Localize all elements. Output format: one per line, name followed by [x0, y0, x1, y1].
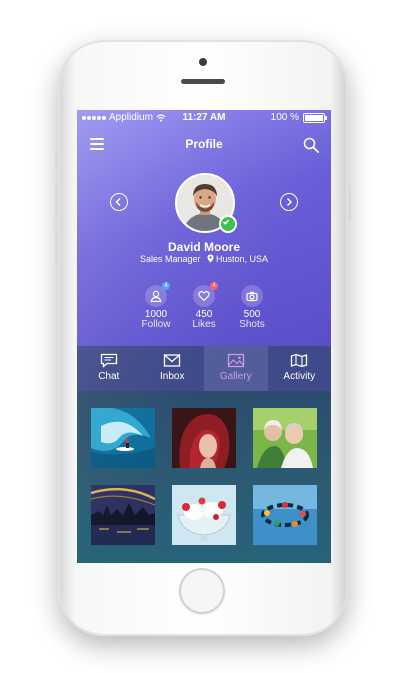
gallery-grid [77, 391, 331, 563]
tab-gallery[interactable]: Gallery [204, 346, 268, 391]
follow-badge: 4 [162, 282, 170, 290]
front-camera [199, 58, 207, 66]
online-status-badge [219, 215, 237, 233]
stat-shots[interactable]: 500 Shots [222, 285, 282, 330]
power-button [348, 185, 351, 221]
tab-chat-label: Chat [98, 371, 120, 382]
app-screen: Applidium 11:27 AM 100 % Profile David M… [77, 110, 331, 563]
earpiece-speaker [181, 79, 225, 84]
page-title: Profile [185, 137, 223, 151]
volume-up-button [55, 185, 58, 219]
gallery-photo-dessert[interactable] [172, 485, 236, 545]
likes-badge: 4 [210, 282, 218, 290]
camera-icon [246, 291, 258, 302]
location-pin-icon [207, 254, 214, 263]
chevron-left-icon [115, 197, 121, 207]
home-button[interactable] [179, 568, 225, 614]
check-icon [222, 219, 230, 225]
gallery-photo-couple[interactable] [253, 408, 317, 468]
stat-follow-icon-wrap: 4 [145, 282, 170, 307]
battery-percent: 100 % [270, 112, 299, 123]
battery-icon [303, 112, 327, 123]
heart-icon [198, 291, 210, 302]
status-bar: Applidium 11:27 AM 100 % [77, 110, 331, 126]
chat-icon [100, 353, 117, 368]
stat-shots-label: Shots [239, 319, 265, 330]
mute-switch [55, 150, 58, 168]
gallery-photo-skydivers[interactable] [253, 485, 317, 545]
gallery-icon [227, 353, 244, 368]
volume-down-button [55, 228, 58, 262]
profile-tabbar: Chat Inbox Gallery Activity [77, 346, 331, 391]
next-profile-button[interactable] [280, 193, 298, 211]
tab-gallery-label: Gallery [219, 371, 252, 382]
stat-likes-icon-wrap: 4 [193, 282, 218, 307]
tab-chat[interactable]: Chat [77, 346, 141, 391]
avatar[interactable] [175, 173, 237, 233]
stat-shots-icon-wrap [241, 285, 263, 307]
tab-inbox[interactable]: Inbox [141, 346, 205, 391]
previous-profile-button[interactable] [110, 193, 128, 211]
inbox-icon [164, 354, 181, 367]
gallery-photo-surfer[interactable] [91, 408, 155, 468]
gallery-photo-portrait[interactable] [172, 408, 236, 468]
tab-activity[interactable]: Activity [268, 346, 332, 391]
gallery-photo-bridge[interactable] [91, 485, 155, 545]
profile-location: Huston, USA [216, 254, 269, 264]
profile-subline: Sales Manager Huston, USA [77, 254, 331, 264]
search-icon[interactable] [303, 137, 319, 153]
profile-name: David Moore [167, 240, 240, 254]
battery-status: 100 % [270, 112, 327, 123]
map-icon [291, 353, 308, 368]
profile-role: Sales Manager [139, 254, 201, 264]
user-icon [150, 290, 162, 302]
tab-inbox-label: Inbox [160, 371, 185, 382]
chevron-right-icon [286, 197, 293, 207]
tab-activity-label: Activity [283, 371, 316, 382]
